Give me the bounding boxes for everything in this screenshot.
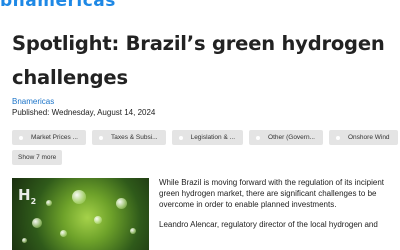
tag-chip[interactable]: Taxes & Subsi... [91, 130, 166, 145]
tag-dot-icon [178, 135, 183, 140]
tag-label: Onshore Wind [348, 134, 390, 141]
tag-chip[interactable]: Legislation & ... [171, 130, 244, 145]
bubble-shape [130, 228, 136, 234]
tag-dot-icon [19, 135, 23, 140]
article-body: While Brazil is moving forward with the … [159, 177, 399, 238]
h2-overlay-text: H2 [18, 186, 37, 206]
site-logo[interactable]: bnamericas [0, 0, 140, 7]
tag-dot-icon [98, 135, 103, 140]
tag-chip[interactable]: Market Prices ... [12, 130, 86, 145]
tag-chip[interactable]: Other (Govern... [249, 130, 323, 145]
tag-list: Market Prices ... Taxes & Subsi... Legis… [12, 130, 400, 170]
tag-label: Legislation & ... [190, 134, 236, 141]
hero-image: H2 [12, 178, 149, 250]
bubble-shape [32, 218, 42, 228]
tag-dot-icon [336, 135, 340, 140]
show-more-tags-button[interactable]: Show 7 more [12, 150, 63, 165]
tag-label: Other (Govern... [268, 134, 315, 141]
bubble-shape [46, 200, 52, 206]
tag-dot-icon [256, 135, 261, 140]
bubble-shape [116, 198, 127, 209]
tag-chip[interactable]: Onshore Wind [329, 130, 398, 145]
published-date: Published: Wednesday, August 14, 2024 [12, 108, 156, 117]
article-paragraph: Leandro Alencar, regulatory director of … [159, 219, 378, 229]
tag-label: Taxes & Subsi... [110, 134, 158, 141]
article-paragraph: While Brazil is moving forward with the … [159, 178, 384, 210]
bubble-shape [72, 190, 86, 204]
article-title: Spotlight: Brazil’s green hydrogen chall… [12, 32, 385, 89]
source-link[interactable]: Bnamericas [12, 96, 155, 107]
byline: Bnamericas Published: Wednesday, August … [12, 96, 155, 118]
bubble-shape [60, 230, 67, 237]
bubble-shape [22, 238, 27, 243]
site-logo-text: bnamericas [0, 0, 116, 7]
bubble-shape [94, 216, 102, 224]
tag-label: Market Prices ... [31, 134, 78, 141]
